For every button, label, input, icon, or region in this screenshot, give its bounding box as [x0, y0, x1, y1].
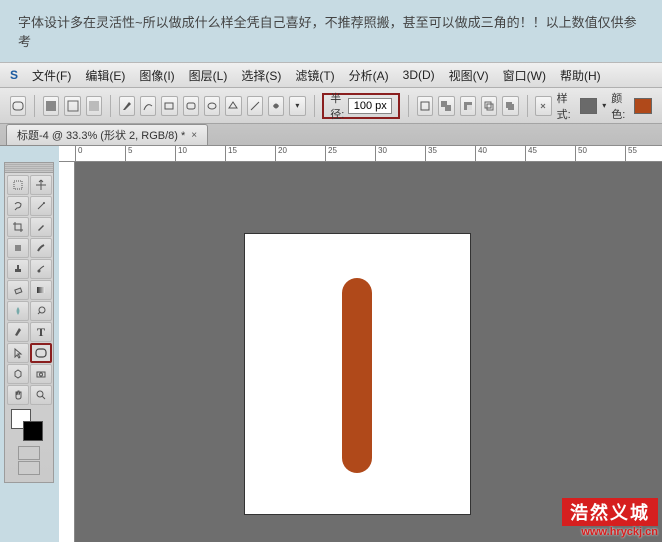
freeform-pen-icon[interactable] [140, 96, 156, 116]
menu-analysis[interactable]: 分析(A) [349, 67, 389, 84]
ruler-tick: 20 [275, 146, 287, 162]
eraser-tool[interactable] [7, 280, 29, 300]
ruler-tick: 45 [525, 146, 537, 162]
line-icon[interactable] [247, 96, 263, 116]
hand-tool[interactable] [7, 385, 29, 405]
link-icon[interactable] [535, 96, 551, 116]
tab-title: 标题-4 @ 33.3% (形状 2, RGB/8) * [17, 127, 185, 143]
radius-label: 半径: [330, 90, 344, 122]
fill-pixels-icon[interactable] [86, 96, 102, 116]
rectangle-icon[interactable] [161, 96, 177, 116]
type-tool[interactable]: T [30, 322, 52, 342]
path-select-tool[interactable] [7, 343, 29, 363]
mode-subtract-icon[interactable] [460, 96, 476, 116]
radius-input[interactable] [348, 98, 392, 114]
mode-intersect-icon[interactable] [481, 96, 497, 116]
menu-file[interactable]: 文件(F) [32, 67, 71, 84]
gradient-tool[interactable] [30, 280, 52, 300]
ruler-tick: 30 [375, 146, 387, 162]
ruler-vertical [59, 162, 75, 542]
ruler-tick: 35 [425, 146, 437, 162]
3d-tool[interactable] [7, 364, 29, 384]
menu-view[interactable]: 视图(V) [449, 67, 489, 84]
ruler-tick: 15 [225, 146, 237, 162]
wand-tool[interactable] [30, 196, 52, 216]
close-icon[interactable]: × [191, 130, 197, 141]
ruler-tick: 0 [75, 146, 82, 162]
mode-exclude-icon[interactable] [502, 96, 518, 116]
mode-new-icon[interactable] [417, 96, 433, 116]
style-dropdown-icon[interactable]: ▾ [602, 101, 606, 110]
canvas[interactable] [245, 234, 470, 514]
ruler-tick: 25 [325, 146, 337, 162]
move-tool[interactable] [30, 175, 52, 195]
brush-tool[interactable] [30, 238, 52, 258]
ruler-tick: 10 [175, 146, 187, 162]
history-brush-tool[interactable] [30, 259, 52, 279]
rounded-rect-tool[interactable] [30, 343, 52, 363]
pen-icon[interactable] [119, 96, 135, 116]
paths-icon[interactable] [64, 96, 80, 116]
ruler-tick: 40 [475, 146, 487, 162]
background-color[interactable] [23, 421, 43, 441]
menu-help[interactable]: 帮助(H) [560, 67, 601, 84]
crop-tool[interactable] [7, 217, 29, 237]
tutorial-banner: 字体设计多在灵活性~所以做成什么样全凭自己喜好，不推荐照搬，甚至可以做成三角的！… [0, 0, 662, 62]
watermark-title: 浩然义城 [562, 498, 658, 526]
lasso-tool[interactable] [7, 196, 29, 216]
screenmode-toggle[interactable] [18, 461, 40, 475]
color-swatch[interactable] [634, 98, 652, 114]
ruler-horizontal: 0 5 10 15 20 25 30 35 40 45 50 55 [59, 146, 662, 162]
healing-tool[interactable] [7, 238, 29, 258]
ellipse-icon[interactable] [204, 96, 220, 116]
menu-3d[interactable]: 3D(D) [403, 68, 435, 82]
tool-preset-icon[interactable] [10, 96, 26, 116]
canvas-area[interactable] [75, 162, 662, 542]
shape-dropdown-icon[interactable]: ▾ [289, 96, 305, 116]
blur-tool[interactable] [7, 301, 29, 321]
menu-edit[interactable]: 编辑(E) [85, 67, 125, 84]
style-label: 样式: [557, 90, 575, 122]
stamp-tool[interactable] [7, 259, 29, 279]
mode-add-icon[interactable] [438, 96, 454, 116]
app-logo: S [10, 68, 18, 82]
toolbox-grip[interactable] [5, 163, 53, 173]
menu-select[interactable]: 选择(S) [241, 67, 281, 84]
document-tabbar: 标题-4 @ 33.3% (形状 2, RGB/8) * × [0, 124, 662, 146]
custom-shape-icon[interactable] [268, 96, 284, 116]
menu-filter[interactable]: 滤镜(T) [295, 67, 334, 84]
polygon-icon[interactable] [225, 96, 241, 116]
menubar: S 文件(F) 编辑(E) 图像(I) 图层(L) 选择(S) 滤镜(T) 分析… [0, 62, 662, 88]
ruler-tick: 5 [125, 146, 132, 162]
shape-layers-icon[interactable] [43, 96, 59, 116]
color-picker[interactable] [5, 407, 53, 445]
watermark: 浩然义城 www.hryckj.cn [562, 498, 658, 538]
radius-field-group: 半径: [322, 93, 400, 119]
watermark-url: www.hryckj.cn [562, 526, 658, 538]
toolbox: T [4, 162, 54, 483]
pen-tool[interactable] [7, 322, 29, 342]
rounded-rect-shape[interactable] [342, 278, 372, 473]
menu-image[interactable]: 图像(I) [139, 67, 174, 84]
eyedropper-tool[interactable] [30, 217, 52, 237]
ruler-tick: 55 [625, 146, 637, 162]
style-swatch[interactable] [580, 98, 598, 114]
marquee-tool[interactable] [7, 175, 29, 195]
3d-camera-tool[interactable] [30, 364, 52, 384]
quickmask-toggle[interactable] [18, 446, 40, 460]
dodge-tool[interactable] [30, 301, 52, 321]
zoom-tool[interactable] [30, 385, 52, 405]
document-tab[interactable]: 标题-4 @ 33.3% (形状 2, RGB/8) * × [6, 124, 208, 145]
color-label: 颜色: [611, 90, 629, 122]
menu-window[interactable]: 窗口(W) [503, 67, 546, 84]
ruler-tick: 50 [575, 146, 587, 162]
options-bar: ▾ 半径: 样式: ▾ 颜色: [0, 88, 662, 124]
rounded-rect-icon[interactable] [183, 96, 199, 116]
menu-layer[interactable]: 图层(L) [189, 67, 228, 84]
